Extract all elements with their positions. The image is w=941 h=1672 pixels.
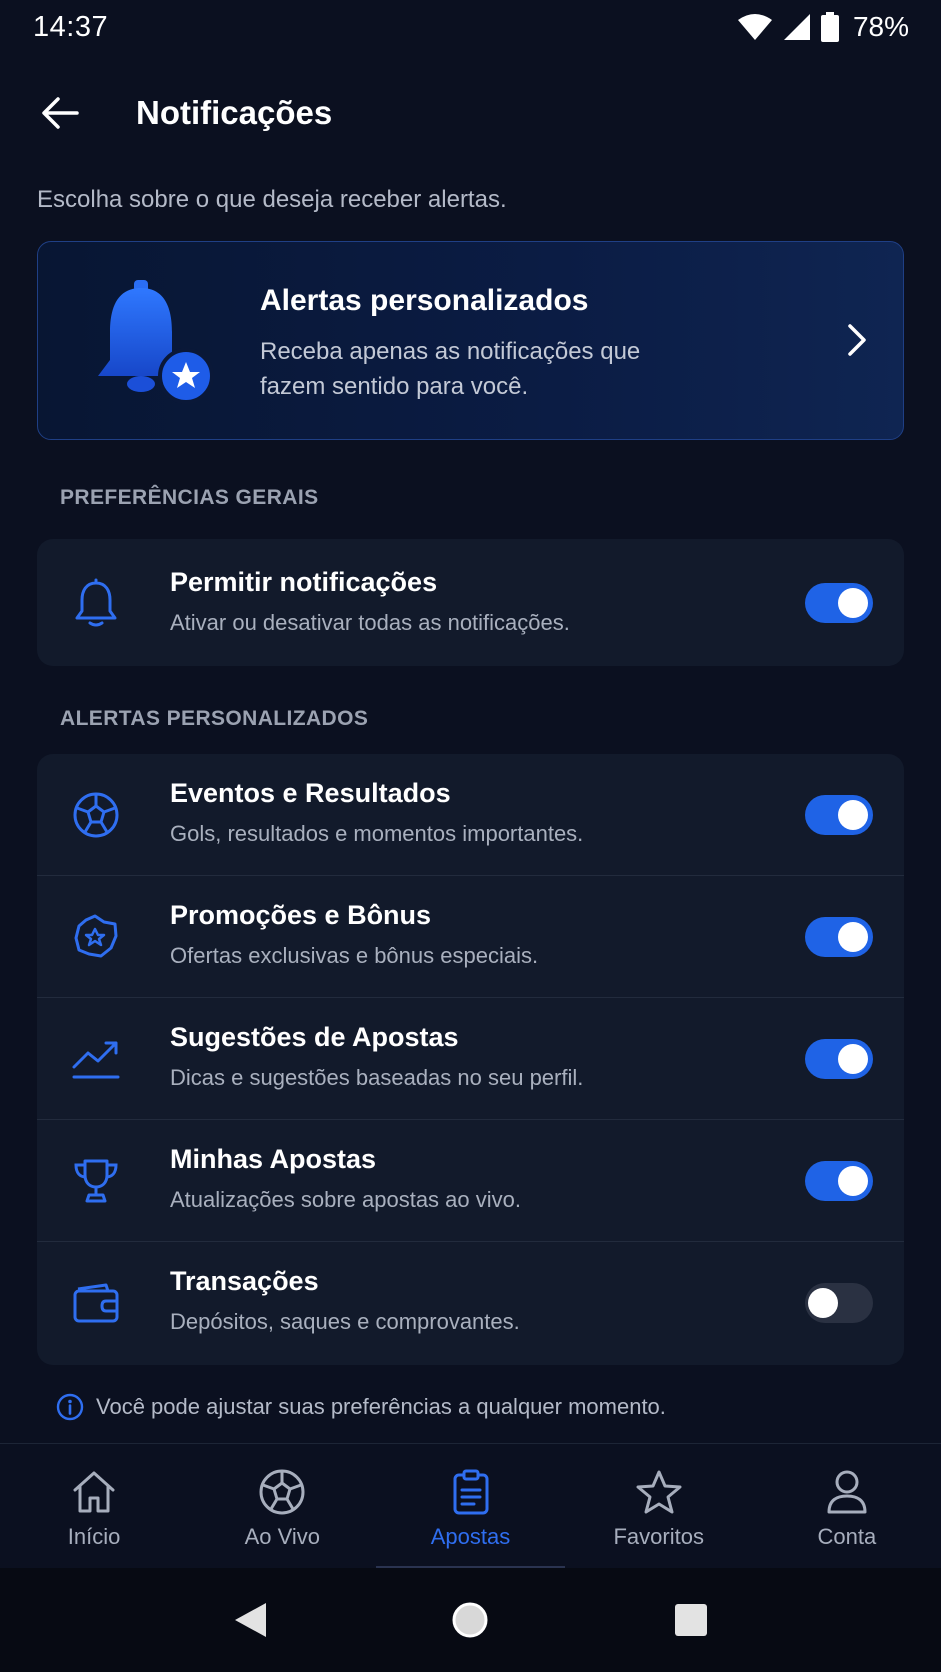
chevron-right-icon	[848, 324, 866, 356]
page-subtitle: Escolha sobre o que deseja receber alert…	[37, 186, 507, 213]
row-title: Sugestões de Apostas	[170, 1022, 459, 1052]
star-icon	[636, 1470, 682, 1514]
section-label-general: PREFERÊNCIAS GERAIS	[60, 486, 319, 509]
badge-star-icon	[71, 912, 121, 962]
row-title: Minhas Apostas	[170, 1144, 377, 1174]
square-recents-icon	[674, 1604, 707, 1636]
soccer-ball-icon	[259, 1469, 305, 1515]
system-recents-button[interactable]	[651, 1580, 731, 1660]
allow-notifications-toggle[interactable]	[805, 583, 873, 623]
banner-description: Receba apenas as notificações que fazem …	[260, 338, 641, 400]
triangle-back-icon	[235, 1603, 267, 1637]
cell-signal-icon	[783, 14, 810, 40]
row-title: Transações	[170, 1266, 319, 1296]
section-label-custom: ALERTAS PERSONALIZADOS	[60, 707, 369, 730]
battery-icon	[820, 12, 839, 42]
nav-item-home[interactable]: Início	[0, 1444, 188, 1568]
trend-up-icon	[71, 1034, 121, 1084]
system-nav-bar	[0, 1568, 941, 1672]
info-note: Você pode ajustar suas preferências a qu…	[56, 1393, 666, 1421]
status-icons: 78%	[737, 11, 909, 43]
soccer-ball-icon	[71, 790, 121, 840]
page-title: Notificações	[136, 94, 333, 131]
custom-alerts-banner[interactable]: Alertas personalizados Receba apenas as …	[37, 241, 904, 440]
promotions-toggle[interactable]	[805, 917, 873, 957]
nav-label: Conta	[817, 1524, 877, 1549]
status-time: 14:37	[33, 10, 109, 43]
clipboard-icon	[453, 1469, 488, 1515]
events-toggle[interactable]	[805, 795, 873, 835]
nav-label: Início	[67, 1524, 121, 1549]
row-title: Permitir notificações	[170, 567, 438, 597]
allow-notifications-row[interactable]: Permitir notificações Ativar ou desativa…	[37, 539, 904, 666]
nav-item-bets[interactable]: Apostas	[376, 1444, 565, 1568]
row-description: Gols, resultados e momentos importantes.	[170, 821, 584, 846]
status-bar: 14:37 78%	[0, 0, 941, 54]
bell-star-icon	[94, 272, 254, 412]
nav-label: Favoritos	[613, 1524, 704, 1549]
row-title: Promoções e Bônus	[170, 900, 432, 930]
system-home-button[interactable]	[430, 1580, 510, 1660]
alert-row-transactions[interactable]: Transações Depósitos, saques e comprovan…	[37, 1242, 904, 1364]
nav-label: Apostas	[430, 1524, 511, 1549]
nav-label: Ao Vivo	[244, 1524, 321, 1549]
bell-icon	[71, 578, 121, 628]
alert-row-promotions[interactable]: Promoções e Bônus Ofertas exclusivas e b…	[37, 876, 904, 998]
arrow-left-icon	[42, 97, 79, 129]
wifi-icon	[737, 14, 772, 40]
transactions-toggle[interactable]	[805, 1283, 873, 1323]
nav-item-account[interactable]: Conta	[753, 1444, 941, 1568]
row-description: Ofertas exclusivas e bônus especiais.	[170, 943, 539, 968]
system-back-button[interactable]	[210, 1580, 290, 1660]
circle-home-icon	[452, 1602, 488, 1638]
row-description: Atualizações sobre apostas ao vivo.	[170, 1187, 521, 1212]
battery-level: 78%	[852, 11, 909, 42]
suggestions-toggle[interactable]	[805, 1039, 873, 1079]
row-description: Depósitos, saques e comprovantes.	[170, 1309, 520, 1334]
info-text: Você pode ajustar suas preferências a qu…	[96, 1394, 666, 1419]
trophy-icon	[71, 1156, 121, 1206]
alert-row-events[interactable]: Eventos e Resultados Gols, resultados e …	[37, 754, 904, 876]
alert-row-my-bets[interactable]: Minhas Apostas Atualizações sobre aposta…	[37, 1120, 904, 1242]
home-icon	[73, 1471, 115, 1513]
info-icon	[56, 1393, 84, 1421]
wallet-icon	[71, 1278, 121, 1328]
general-prefs-card: Permitir notificações Ativar ou desativa…	[37, 539, 904, 666]
custom-alerts-card: Eventos e Resultados Gols, resultados e …	[37, 754, 904, 1365]
alert-row-suggestions[interactable]: Sugestões de Apostas Dicas e sugestões b…	[37, 998, 904, 1120]
bottom-nav: Início Ao Vivo Apostas Favoritos Conta	[0, 1443, 941, 1568]
app-header: Notificações	[0, 70, 941, 156]
nav-item-live[interactable]: Ao Vivo	[188, 1444, 376, 1568]
row-description: Dicas e sugestões baseadas no seu perfil…	[170, 1065, 584, 1090]
row-title: Eventos e Resultados	[170, 778, 451, 808]
banner-title: Alertas personalizados	[260, 284, 589, 317]
back-button[interactable]	[0, 70, 120, 156]
nav-item-favorites[interactable]: Favoritos	[565, 1444, 753, 1568]
row-description: Ativar ou desativar todas as notificaçõe…	[170, 610, 570, 635]
my-bets-toggle[interactable]	[805, 1161, 873, 1201]
user-icon	[827, 1470, 867, 1514]
